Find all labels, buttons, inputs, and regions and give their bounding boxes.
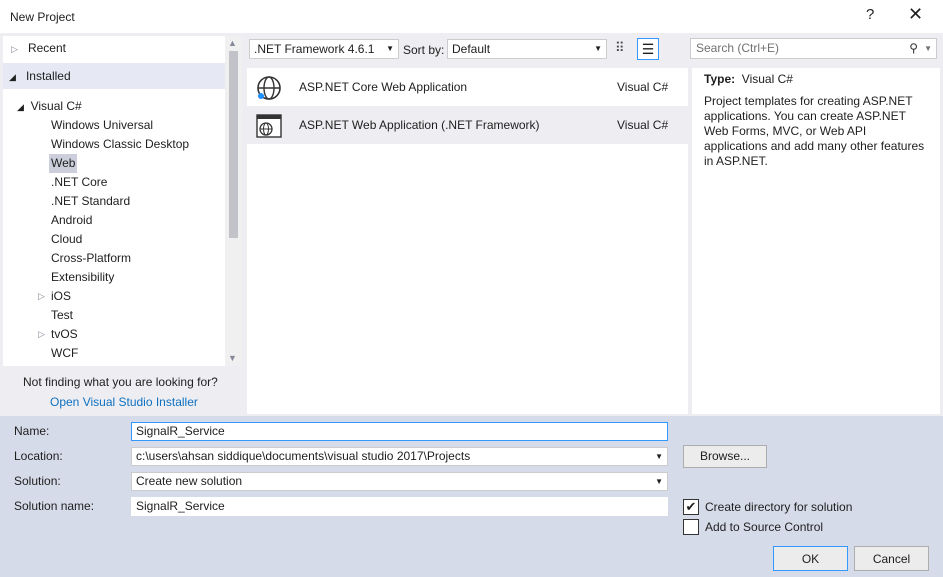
help-button[interactable]: ? — [866, 6, 874, 23]
tree-item[interactable]: WCF — [51, 344, 78, 363]
ok-button[interactable]: OK — [773, 546, 848, 571]
grid-view-icon[interactable]: ⠿ — [615, 40, 625, 56]
scroll-down-icon[interactable]: ▼ — [228, 353, 237, 363]
search-input[interactable]: Search (Ctrl+E) ⚲ ▼ — [690, 38, 937, 59]
tree-item[interactable]: iOS — [51, 287, 71, 306]
tree-item[interactable]: Android — [51, 211, 92, 230]
location-input[interactable]: c:\users\ahsan siddique\documents\visual… — [131, 447, 668, 466]
template-item[interactable]: ASP.NET Core Web Application Visual C# — [247, 68, 688, 106]
scrollbar-thumb[interactable] — [229, 51, 238, 238]
chevron-down-icon: ▼ — [655, 452, 663, 461]
add-source-control-checkbox[interactable] — [683, 519, 699, 535]
open-installer-link[interactable]: Open Visual Studio Installer — [50, 395, 198, 409]
template-name: ASP.NET Web Application (.NET Framework) — [299, 118, 540, 132]
template-language: Visual C# — [617, 118, 669, 132]
create-directory-checkbox[interactable]: ✔ — [683, 499, 699, 515]
expand-arrow-icon[interactable]: ▷ — [38, 287, 45, 306]
tree-item-selected[interactable]: Web — [49, 154, 78, 173]
solution-name-label: Solution name: — [14, 499, 95, 513]
cancel-button[interactable]: Cancel — [854, 546, 929, 571]
tree-item-visual-csharp[interactable]: ◢ Visual C# — [17, 97, 82, 116]
name-input[interactable]: SignalR_Service — [131, 422, 668, 441]
tree-item[interactable]: .NET Standard — [51, 192, 130, 211]
chevron-down-icon: ▼ — [924, 44, 932, 53]
collapse-arrow-icon: ◢ — [9, 72, 16, 82]
template-list: ASP.NET Core Web Application Visual C# A… — [247, 68, 688, 414]
template-tree: ▷ Recent ◢ Installed ◢ Visual C# Windows… — [3, 36, 225, 366]
tree-item[interactable]: Cross-Platform — [51, 249, 131, 268]
expand-arrow-icon: ▷ — [11, 44, 18, 54]
template-language: Visual C# — [617, 80, 669, 94]
create-directory-label: Create directory for solution — [705, 500, 853, 514]
collapse-arrow-icon: ◢ — [17, 102, 24, 112]
tree-item[interactable]: Extensibility — [51, 268, 114, 287]
type-label: Type: — [704, 72, 736, 86]
tree-item[interactable]: Cloud — [51, 230, 82, 249]
main-panel: ▷ Recent ◢ Installed ◢ Visual C# Windows… — [0, 33, 943, 416]
search-icon: ⚲ — [909, 41, 918, 55]
tree-item-installed[interactable]: ◢ Installed — [3, 63, 225, 89]
sort-label: Sort by: — [403, 43, 445, 57]
tree-item[interactable]: tvOS — [51, 325, 78, 344]
solution-label: Solution: — [14, 474, 61, 488]
chevron-down-icon: ▼ — [655, 477, 663, 486]
type-value: Visual C# — [741, 72, 793, 86]
chevron-down-icon: ▼ — [594, 44, 602, 53]
template-item-selected[interactable]: ASP.NET Web Application (.NET Framework)… — [247, 106, 688, 144]
title-bar — [0, 0, 943, 33]
close-button[interactable]: ✕ — [908, 4, 923, 25]
solution-dropdown[interactable]: Create new solution ▼ — [131, 472, 668, 491]
tree-item[interactable]: .NET Core — [51, 173, 107, 192]
sort-value: Default — [452, 42, 491, 56]
scroll-up-icon[interactable]: ▲ — [228, 38, 237, 48]
expand-arrow-icon[interactable]: ▷ — [38, 325, 45, 344]
location-value: c:\users\ahsan siddique\documents\visual… — [136, 449, 471, 463]
tree-label: Recent — [27, 41, 66, 55]
tree-item-recent[interactable]: ▷ Recent — [3, 39, 225, 58]
chevron-down-icon: ▼ — [386, 44, 394, 53]
web-app-icon — [256, 114, 282, 138]
globe-core-icon — [257, 76, 281, 100]
project-form: Name: SignalR_Service Location: c:\users… — [0, 416, 943, 577]
sort-dropdown[interactable]: Default ▼ — [447, 39, 607, 59]
location-label: Location: — [14, 449, 63, 463]
tree-item[interactable]: Windows Classic Desktop — [51, 135, 189, 154]
description-text: Project templates for creating ASP.NET a… — [704, 94, 925, 168]
template-name: ASP.NET Core Web Application — [299, 80, 468, 94]
not-finding-panel: Not finding what you are looking for? Op… — [3, 366, 242, 414]
not-finding-text: Not finding what you are looking for? — [23, 375, 218, 389]
tree-label: Installed — [25, 69, 71, 83]
search-placeholder: Search (Ctrl+E) — [696, 41, 780, 55]
name-label: Name: — [14, 424, 50, 438]
solution-name-input[interactable]: SignalR_Service — [131, 497, 668, 516]
framework-value: .NET Framework 4.6.1 — [254, 42, 375, 56]
tree-label: Visual C# — [30, 99, 82, 113]
solution-value: Create new solution — [136, 474, 243, 488]
add-source-control-label: Add to Source Control — [705, 520, 824, 534]
browse-button[interactable]: Browse... — [683, 445, 767, 468]
list-view-icon[interactable]: ☰ — [637, 38, 659, 60]
tree-item[interactable]: Windows Universal — [51, 116, 153, 135]
window-title: New Project — [10, 10, 75, 24]
tree-item[interactable]: Test — [51, 306, 73, 325]
framework-dropdown[interactable]: .NET Framework 4.6.1 ▼ — [249, 39, 399, 59]
description-panel: Type: Visual C# Project templates for cr… — [692, 68, 940, 414]
